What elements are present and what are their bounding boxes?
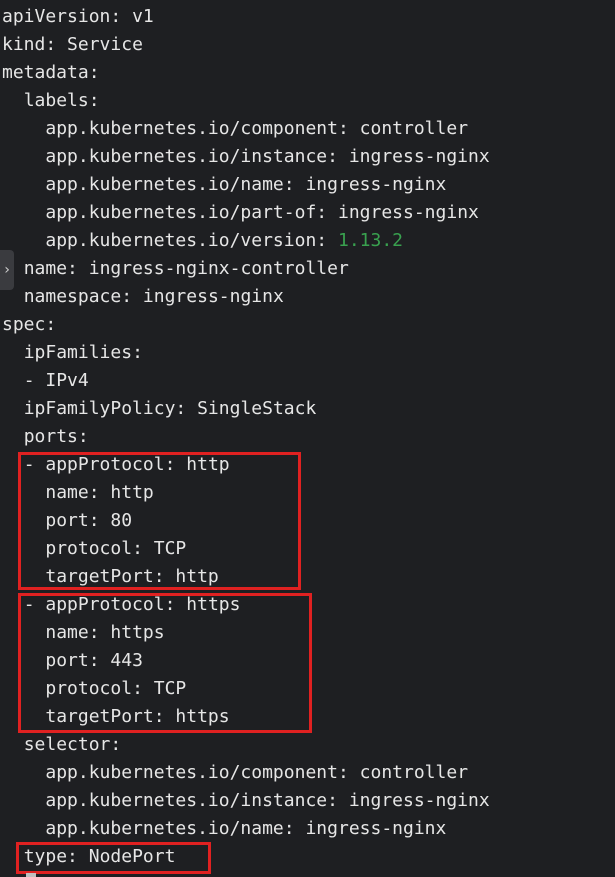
type-highlight-box [16, 842, 211, 874]
yaml-key: spec [2, 314, 46, 335]
code-line: - IPv4 [2, 367, 89, 395]
code-line: app.kubernetes.io/name: ingress-nginx [2, 171, 446, 199]
yaml-value: ingress-nginx [305, 818, 447, 839]
yaml-value: controller [359, 762, 469, 783]
yaml-key: app.kubernetes.io/instance [45, 790, 328, 811]
yaml-key: name [23, 258, 68, 279]
code-line: app.kubernetes.io/component: controller [2, 115, 468, 143]
yaml-separator: : [121, 286, 143, 307]
scroll-indicator [26, 873, 36, 877]
yaml-value: controller [359, 118, 469, 139]
yaml-key: namespace [23, 286, 122, 307]
yaml-value: SingleStack [197, 398, 317, 419]
yaml-separator: : [283, 818, 306, 839]
yaml-value: ingress-nginx [305, 174, 447, 195]
code-line: spec: [2, 311, 56, 339]
yaml-separator: : [45, 314, 57, 335]
yaml-key: app.kubernetes.io/component [45, 118, 338, 139]
yaml-separator: : [283, 174, 306, 195]
code-line: metadata: [2, 59, 100, 87]
yaml-separator: : [77, 426, 89, 447]
code-editor[interactable]: apiVersion: v1 kind: Service metadata: lab… [0, 0, 615, 877]
code-line: ports: [2, 423, 89, 451]
yaml-key: selector [23, 734, 111, 755]
code-line: ipFamilies: [2, 339, 143, 367]
yaml-separator: : [45, 34, 68, 55]
yaml-separator: : [327, 146, 349, 167]
code-line: kind: Service [2, 31, 143, 59]
yaml-key: app.kubernetes.io/instance [45, 146, 328, 167]
yaml-separator: : [175, 398, 198, 419]
yaml-separator: : [110, 6, 133, 27]
yaml-separator: : [110, 734, 122, 755]
yaml-key: apiVersion [2, 6, 111, 27]
yaml-key: app.kubernetes.io/component [45, 762, 338, 783]
yaml-value: v1 [132, 6, 154, 27]
chevron-right-icon[interactable]: › [0, 250, 14, 290]
code-line: name: ingress-nginx-controller [2, 255, 349, 283]
yaml-key: ipFamilyPolicy [23, 398, 176, 419]
yaml-key: ports [23, 426, 78, 447]
yaml-separator: : [132, 342, 143, 363]
yaml-value: ingress-nginx [348, 146, 490, 167]
code-line: apiVersion: v1 [2, 3, 154, 31]
yaml-separator: : [88, 62, 100, 83]
code-line: app.kubernetes.io/component: controller [2, 759, 468, 787]
yaml-separator: : [327, 790, 349, 811]
yaml-key: app.kubernetes.io/version [45, 230, 317, 251]
code-line: app.kubernetes.io/name: ingress-nginx [2, 815, 446, 843]
yaml-separator: : [88, 90, 100, 111]
http-port-highlight-box [18, 452, 301, 590]
yaml-separator: : [316, 202, 338, 223]
yaml-separator: : [337, 762, 360, 783]
code-line: labels: [2, 87, 100, 115]
yaml-value: Service [67, 34, 143, 55]
https-port-highlight-box [18, 593, 312, 733]
yaml-separator: : [316, 230, 338, 251]
yaml-value: ingress-nginx-controller [88, 258, 349, 279]
code-line: selector: [2, 731, 122, 759]
code-line: app.kubernetes.io/instance: ingress-ngin… [2, 143, 490, 171]
yaml-key: ipFamilies [23, 342, 133, 363]
yaml-key: app.kubernetes.io/part-of [45, 202, 317, 223]
yaml-value: ingress-nginx [142, 286, 284, 307]
code-line: ipFamilyPolicy: SingleStack [2, 395, 317, 423]
yaml-key: metadata [2, 62, 89, 83]
yaml-key: app.kubernetes.io/name [45, 174, 284, 195]
yaml-value: ingress-nginx [348, 790, 490, 811]
yaml-key: kind [2, 34, 46, 55]
yaml-key: - IPv4 [23, 370, 89, 391]
code-line: app.kubernetes.io/version: 1.13.2 [2, 227, 403, 255]
yaml-separator: : [337, 118, 360, 139]
yaml-value: 1.13.2 [337, 230, 404, 251]
code-line: app.kubernetes.io/part-of: ingress-nginx [2, 199, 479, 227]
yaml-value: ingress-nginx [337, 202, 479, 223]
yaml-key: app.kubernetes.io/name [45, 818, 284, 839]
yaml-key: labels [23, 90, 89, 111]
code-line: namespace: ingress-nginx [2, 283, 284, 311]
yaml-separator: : [67, 258, 89, 279]
code-line: app.kubernetes.io/instance: ingress-ngin… [2, 787, 490, 815]
